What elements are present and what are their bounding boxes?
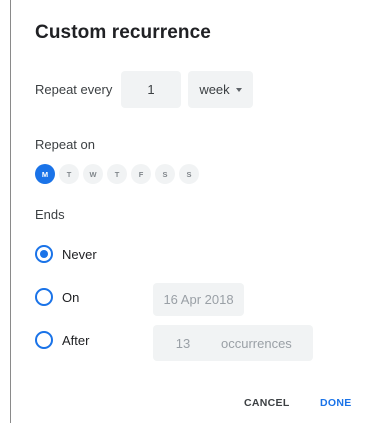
- day-toggle-thursday[interactable]: T: [107, 164, 127, 184]
- occurrences-input[interactable]: 13 occurrences: [153, 325, 313, 361]
- end-date-input[interactable]: 16 Apr 2018: [153, 283, 244, 316]
- radio-selected-dot: [40, 250, 48, 258]
- dialog-title: Custom recurrence: [35, 22, 211, 43]
- radio-never[interactable]: [35, 245, 53, 263]
- repeat-interval-input[interactable]: 1: [121, 71, 181, 108]
- occurrences-count: 13: [175, 335, 191, 351]
- ends-never-option[interactable]: Never: [35, 245, 97, 263]
- day-toggle-saturday[interactable]: S: [155, 164, 175, 184]
- repeat-interval-value: 1: [147, 82, 155, 97]
- done-button[interactable]: DONE: [320, 397, 352, 409]
- repeat-unit-value: week: [199, 82, 230, 97]
- day-toggle-tuesday[interactable]: T: [59, 164, 79, 184]
- day-toggle-wednesday[interactable]: W: [83, 164, 103, 184]
- end-date-value: 16 Apr 2018: [163, 292, 234, 307]
- dropdown-caret-icon: [235, 88, 242, 92]
- radio-on[interactable]: [35, 288, 53, 306]
- cancel-button[interactable]: CANCEL: [244, 397, 290, 409]
- repeat-on-label: Repeat on: [35, 137, 95, 152]
- day-toggle-sunday[interactable]: S: [179, 164, 199, 184]
- repeat-every-label: Repeat every: [35, 82, 113, 97]
- weekday-selector: M T W T F S S: [35, 164, 199, 184]
- ends-after-option[interactable]: After: [35, 331, 89, 349]
- ends-label: Ends: [35, 207, 65, 222]
- occurrences-unit-label: occurrences: [221, 335, 292, 351]
- ends-on-option[interactable]: On: [35, 288, 79, 306]
- ends-on-label: On: [62, 289, 80, 305]
- radio-after[interactable]: [35, 331, 53, 349]
- ends-after-label: After: [62, 332, 90, 348]
- custom-recurrence-dialog: Custom recurrence Repeat every 1 week Re…: [0, 0, 384, 423]
- ends-never-label: Never: [62, 246, 97, 262]
- day-toggle-monday[interactable]: M: [35, 164, 55, 184]
- day-toggle-friday[interactable]: F: [131, 164, 151, 184]
- repeat-unit-select[interactable]: week: [188, 71, 253, 108]
